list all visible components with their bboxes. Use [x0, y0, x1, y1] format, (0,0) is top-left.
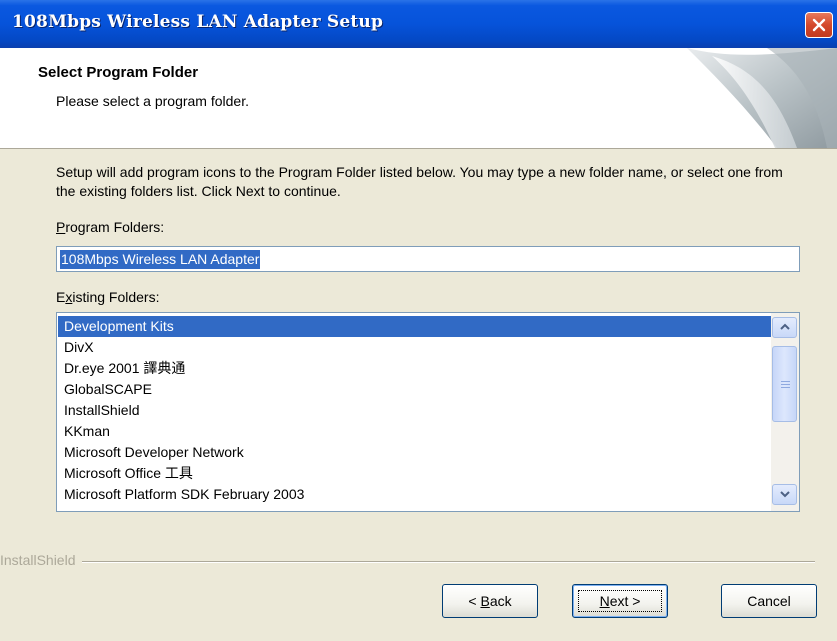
installshield-divider: InstallShield — [0, 552, 815, 570]
list-item[interactable]: KKman — [58, 421, 771, 442]
list-item[interactable]: Microsoft Office 工具 — [58, 463, 771, 484]
scroll-thumb[interactable] — [772, 346, 797, 422]
brand-label: InstallShield — [0, 552, 82, 568]
program-folder-input[interactable]: 108Mbps Wireless LAN Adapter — [56, 246, 800, 272]
scroll-down-icon — [780, 491, 790, 498]
scroll-up-icon — [780, 323, 790, 330]
focus-rect — [578, 590, 662, 612]
back-button[interactable]: < Back — [442, 584, 538, 618]
cancel-button[interactable]: Cancel — [721, 584, 817, 618]
list-item[interactable]: Microsoft Platform SDK February 2003 — [58, 484, 771, 505]
header-panel: Select Program Folder Please select a pr… — [0, 48, 837, 149]
page-subtitle: Please select a program folder. — [56, 93, 249, 109]
program-folders-label: Program Folders: — [56, 219, 165, 235]
header-graphic — [687, 48, 837, 148]
close-button[interactable] — [805, 12, 833, 38]
list-item[interactable]: DivX — [58, 337, 771, 358]
divider-line — [0, 561, 815, 563]
next-button[interactable]: Next > — [572, 584, 668, 618]
folder-list-items: Development Kits DivX Dr.eye 2001 譯典通 Globa… — [58, 316, 771, 505]
program-folder-value: 108Mbps Wireless LAN Adapter — [60, 250, 261, 269]
setup-window: 108Mbps Wireless LAN Adapter Setup Selec… — [0, 0, 837, 641]
list-item[interactable]: Dr.eye 2001 譯典通 — [58, 358, 771, 379]
page-title: Select Program Folder — [38, 64, 199, 81]
list-item[interactable]: Microsoft Developer Network — [58, 442, 771, 463]
vertical-scrollbar[interactable] — [771, 313, 799, 511]
close-icon — [812, 18, 826, 32]
scroll-down-button[interactable] — [772, 484, 797, 505]
list-item[interactable]: GlobalSCAPE — [58, 379, 771, 400]
list-item[interactable]: Development Kits — [58, 316, 771, 337]
instructions-text: Setup will add program icons to the Prog… — [56, 164, 783, 199]
window-title: 108Mbps Wireless LAN Adapter Setup — [12, 12, 384, 32]
scroll-up-button[interactable] — [772, 317, 797, 338]
title-bar[interactable]: 108Mbps Wireless LAN Adapter Setup — [0, 0, 837, 49]
existing-folders-list[interactable]: Development Kits DivX Dr.eye 2001 譯典通 Globa… — [56, 312, 800, 512]
existing-folders-label: Existing Folders: — [56, 289, 160, 305]
list-item[interactable]: InstallShield — [58, 400, 771, 421]
